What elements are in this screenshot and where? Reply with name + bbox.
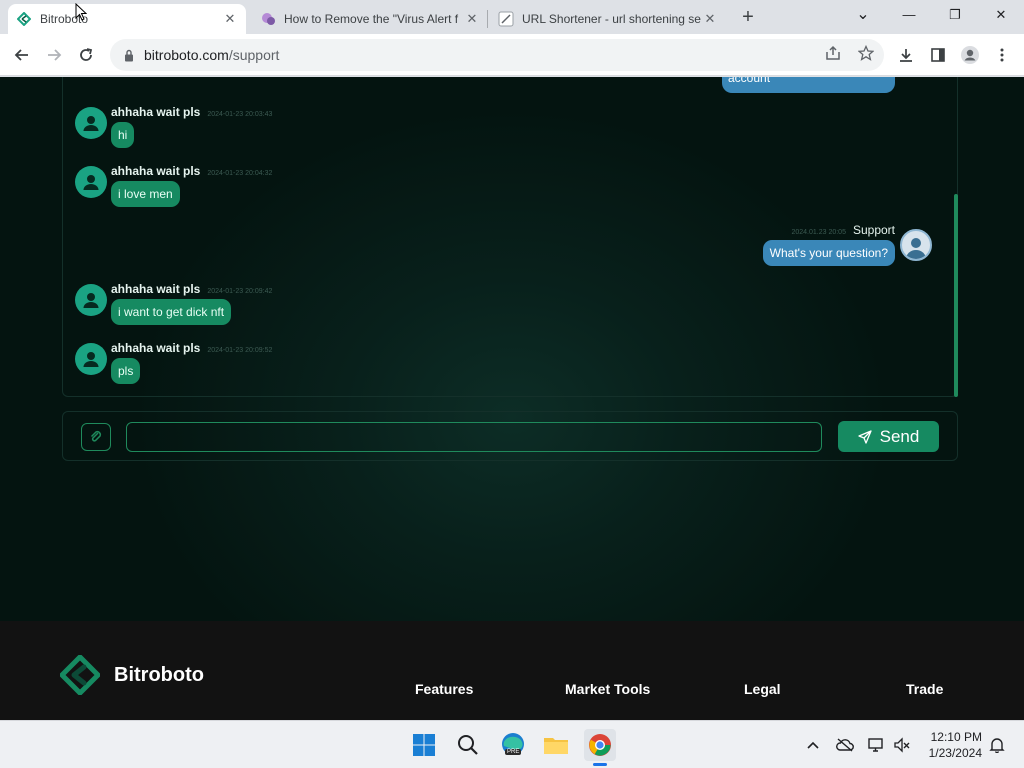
message-author: ahhaha wait pls xyxy=(111,105,201,119)
tab-close-icon[interactable]: ✕ xyxy=(702,11,718,27)
windows-taskbar: PRE 12:10 PM 1/23/2024 xyxy=(0,720,1024,768)
message-author: ahhaha wait pls xyxy=(111,282,201,296)
tab-title: URL Shortener - url shortening se xyxy=(522,12,701,26)
tab-strip: Bitroboto ✕ How to Remove the "Virus Ale… xyxy=(0,0,1024,34)
footer-nav-market-tools[interactable]: Market Tools xyxy=(565,681,650,697)
arrow-left-icon xyxy=(14,49,28,61)
chat-message: ahhaha wait pls 2024-01-23 20:04:32 i lov… xyxy=(75,164,273,207)
tab-close-icon[interactable]: ✕ xyxy=(222,11,238,27)
tab-favicon-icon xyxy=(260,11,276,27)
message-timestamp: 2024-01-23 20:03:43 xyxy=(207,111,273,118)
clock-date: 1/23/2024 xyxy=(928,746,982,760)
cloud-offline-icon[interactable] xyxy=(835,735,855,755)
support-avatar-icon xyxy=(900,229,932,261)
search-icon[interactable] xyxy=(452,729,484,761)
message-author: Support xyxy=(852,223,895,237)
bitroboto-logo-icon xyxy=(60,655,100,695)
tab-bitroboto[interactable]: Bitroboto ✕ xyxy=(8,4,246,34)
system-clock[interactable]: 12:10 PM 1/23/2024 xyxy=(914,729,982,761)
chevron-up-icon[interactable] xyxy=(803,735,823,755)
url-text: bitroboto.com/support xyxy=(144,47,280,63)
notification-bell-icon[interactable] xyxy=(987,735,1007,755)
paper-plane-icon xyxy=(857,429,872,444)
chat-message: ahhaha wait pls 2024-01-23 20:09:42 i wan… xyxy=(75,282,273,325)
chat-message: ahhaha wait pls 2024-01-23 20:03:43 hi xyxy=(75,105,273,148)
new-tab-button[interactable]: + xyxy=(736,4,760,30)
message-timestamp: 2024-01-23 20:09:42 xyxy=(207,288,273,295)
chrome-icon[interactable] xyxy=(584,729,616,766)
tab-title: Bitroboto xyxy=(40,12,89,26)
message-bubble: i love men xyxy=(111,181,180,207)
close-window-button[interactable]: ✕ xyxy=(978,0,1024,30)
user-avatar-icon xyxy=(75,284,107,316)
message-bubble-partial: account xyxy=(722,77,895,93)
support-page: account ahhaha wait pls 2024-01-23 20:03:… xyxy=(0,77,1024,720)
message-bubble: pls xyxy=(111,358,141,384)
menu-kebab-icon[interactable] xyxy=(988,41,1016,69)
tab-title: How to Remove the "Virus Alert f xyxy=(284,12,459,26)
side-panel-icon[interactable] xyxy=(924,41,952,69)
chat-scrollbar[interactable] xyxy=(954,194,958,397)
footer-nav-features[interactable]: Features xyxy=(415,681,473,697)
network-icon[interactable] xyxy=(866,735,886,755)
site-footer: Bitroboto Features Market Tools Legal Tr… xyxy=(0,621,1024,720)
send-label: Send xyxy=(879,426,920,446)
edge-badge: PRE xyxy=(505,749,522,755)
footer-nav-trade[interactable]: Trade xyxy=(906,681,943,697)
tab-divider xyxy=(487,10,488,28)
message-bubble: i want to get dick nft xyxy=(111,299,232,325)
reload-icon xyxy=(80,48,93,61)
active-app-indicator xyxy=(593,763,607,766)
mouse-cursor-icon xyxy=(75,3,87,21)
chat-message: ahhaha wait pls 2024-01-23 20:09:52 pls xyxy=(75,341,273,384)
windows-start-icon[interactable] xyxy=(408,729,440,761)
message-timestamp: 2024-01-23 20:04:32 xyxy=(207,170,273,177)
clock-time: 12:10 PM xyxy=(930,730,982,744)
attach-button[interactable] xyxy=(81,423,111,451)
chat-input-bar: Send xyxy=(62,411,958,461)
message-author: ahhaha wait pls xyxy=(111,164,201,178)
bookmark-star-icon[interactable] xyxy=(852,39,880,67)
bitroboto-favicon-icon xyxy=(16,11,32,27)
minimize-button[interactable]: — xyxy=(886,0,932,30)
volume-muted-icon[interactable] xyxy=(892,735,912,755)
message-author: ahhaha wait pls xyxy=(111,341,201,355)
reload-button[interactable] xyxy=(72,41,100,69)
footer-nav-legal[interactable]: Legal xyxy=(744,681,781,697)
tab-close-icon[interactable]: ✕ xyxy=(464,11,480,27)
download-icon[interactable] xyxy=(892,41,920,69)
link-favicon-icon xyxy=(498,11,514,27)
chat-message-support: 2024.01.23 20:05 Support What's your ques… xyxy=(762,223,932,266)
brand-name: Bitroboto xyxy=(114,663,204,686)
profile-icon[interactable] xyxy=(956,41,984,69)
message-bubble: What's your question? xyxy=(762,240,895,266)
message-bubble: hi xyxy=(111,122,135,148)
address-bar[interactable]: bitroboto.com/support xyxy=(110,39,884,71)
user-avatar-icon xyxy=(75,343,107,375)
edge-browser-icon[interactable]: PRE xyxy=(497,729,529,761)
share-icon[interactable] xyxy=(819,39,847,67)
browser-toolbar: bitroboto.com/support xyxy=(0,34,1024,76)
message-timestamp: 2024.01.23 20:05 xyxy=(791,229,846,236)
tab-search-button[interactable]: ⌄ xyxy=(840,0,886,30)
lock-icon xyxy=(122,49,136,62)
send-button[interactable]: Send xyxy=(838,421,939,452)
back-button[interactable] xyxy=(8,41,36,69)
forward-button[interactable] xyxy=(40,41,68,69)
paperclip-icon xyxy=(90,430,102,442)
message-input[interactable] xyxy=(126,422,822,452)
file-explorer-icon[interactable] xyxy=(540,729,572,761)
tab-url-shortener[interactable]: URL Shortener - url shortening se ✕ xyxy=(490,4,726,34)
user-avatar-icon xyxy=(75,166,107,198)
message-timestamp: 2024-01-23 20:09:52 xyxy=(207,347,273,354)
maximize-button[interactable]: ❐ xyxy=(932,0,978,30)
user-avatar-icon xyxy=(75,107,107,139)
arrow-right-icon xyxy=(48,49,62,61)
footer-brand[interactable]: Bitroboto xyxy=(60,655,204,695)
tab-virus-alert[interactable]: How to Remove the "Virus Alert f ✕ xyxy=(252,4,488,34)
